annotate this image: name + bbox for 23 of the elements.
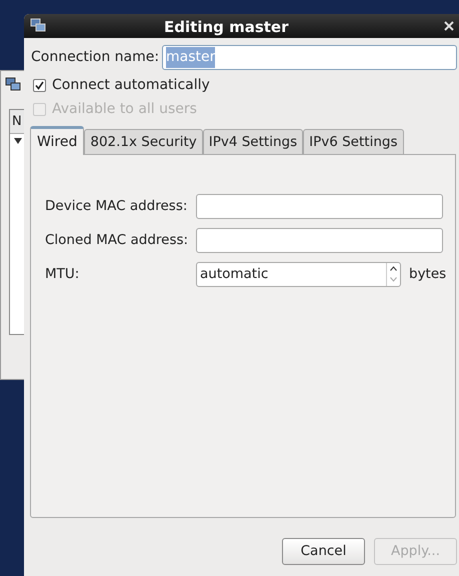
unit-label: bytes [409,265,446,284]
field-label: Device MAC address: [45,197,188,216]
expander-icon[interactable] [14,138,22,144]
dialog-button[interactable]: Cancel [282,538,365,565]
checkbox-label: Connect automatically [52,76,210,95]
tab[interactable]: Wired [30,126,84,155]
field-label: MTU: [45,265,80,284]
tab[interactable]: IPv6 Settings [303,129,404,154]
field-label: Cloned MAC address: [45,231,190,250]
text-field[interactable] [196,228,443,253]
checkbox[interactable] [33,79,46,92]
field-label: Connection name: [31,48,160,67]
checkbox-label: Available to all users [52,100,197,119]
spin-field[interactable]: automatic [196,262,401,287]
network-icon [5,77,21,93]
window-title: Editing master [164,17,288,38]
network-icon [30,18,46,34]
field-value: master [166,47,216,68]
close-icon[interactable] [444,21,454,31]
field-value: automatic [199,265,270,284]
tab[interactable]: 802.1x Security [84,129,203,154]
text-field[interactable] [196,194,443,219]
tab[interactable]: IPv4 Settings [202,129,304,154]
